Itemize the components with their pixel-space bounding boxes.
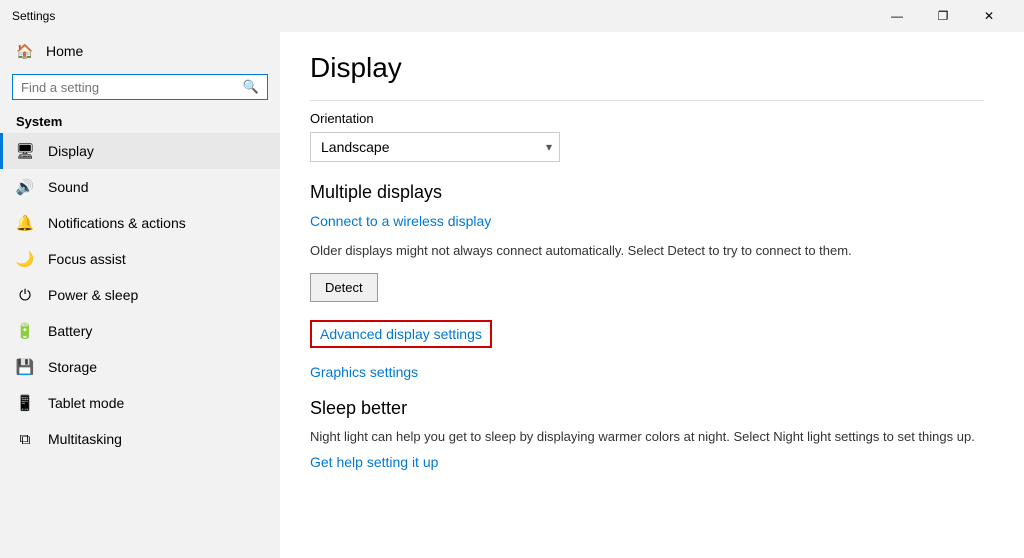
graphics-link-wrapper: Graphics settings (310, 364, 984, 398)
display-icon: 🖥 (16, 142, 34, 160)
night-light-link[interactable]: Get help setting it up (310, 454, 438, 470)
minimize-button[interactable]: — (874, 0, 920, 32)
sidebar-item-battery[interactable]: 🔋 Battery (0, 313, 280, 349)
sleep-heading: Sleep better (310, 398, 984, 419)
home-icon: 🏠 (16, 42, 34, 60)
power-icon: ⏻ (16, 286, 34, 304)
sidebar-item-label-display: Display (48, 143, 94, 159)
advanced-link-highlight-box: Advanced display settings (310, 320, 492, 348)
sidebar-item-multitasking[interactable]: ⧉ Multitasking (0, 421, 280, 457)
sleep-description: Night light can help you get to sleep by… (310, 427, 984, 447)
home-label: Home (46, 43, 83, 59)
sidebar-item-notifications[interactable]: 🔔 Notifications & actions (0, 205, 280, 241)
sidebar-item-label-focus: Focus assist (48, 251, 126, 267)
sidebar-item-label-tablet: Tablet mode (48, 395, 124, 411)
page-title: Display (310, 52, 984, 84)
window-controls: — ❐ ✕ (874, 0, 1012, 32)
orientation-section: Orientation Landscape Portrait Landscape… (310, 100, 984, 162)
search-container: 🔍 (0, 70, 280, 108)
home-nav-item[interactable]: 🏠 Home (0, 32, 280, 70)
tablet-icon: 📱 (16, 394, 34, 412)
sidebar-item-label-storage: Storage (48, 359, 97, 375)
system-section-label: System (0, 108, 280, 133)
connect-wireless-link[interactable]: Connect to a wireless display (310, 213, 491, 229)
maximize-button[interactable]: ❐ (920, 0, 966, 32)
sidebar-item-power[interactable]: ⏻ Power & sleep (0, 277, 280, 313)
sound-icon: 🔊 (16, 178, 34, 196)
focus-icon: 🌙 (16, 250, 34, 268)
sidebar-item-display[interactable]: 🖥 Display (0, 133, 280, 169)
sidebar-item-label-power: Power & sleep (48, 287, 138, 303)
sidebar-item-label-multitasking: Multitasking (48, 431, 122, 447)
sidebar-item-storage[interactable]: 💾 Storage (0, 349, 280, 385)
search-box: 🔍 (12, 74, 268, 100)
graphics-settings-link[interactable]: Graphics settings (310, 364, 418, 380)
content-area: Display Orientation Landscape Portrait L… (280, 32, 1024, 558)
main-container: 🏠 Home 🔍 System 🖥 Display 🔊 Sound 🔔 Noti… (0, 32, 1024, 558)
multiple-displays-heading: Multiple displays (310, 182, 984, 203)
multitasking-icon: ⧉ (16, 430, 34, 448)
sidebar-item-tablet[interactable]: 📱 Tablet mode (0, 385, 280, 421)
displays-description: Older displays might not always connect … (310, 241, 984, 261)
orientation-select-container: Landscape Portrait Landscape (flipped) P… (310, 132, 560, 162)
close-button[interactable]: ✕ (966, 0, 1012, 32)
storage-icon: 💾 (16, 358, 34, 376)
sidebar-item-sound[interactable]: 🔊 Sound (0, 169, 280, 205)
titlebar: Settings — ❐ ✕ (0, 0, 1024, 32)
advanced-link-wrapper: Advanced display settings (310, 320, 984, 356)
sidebar: 🏠 Home 🔍 System 🖥 Display 🔊 Sound 🔔 Noti… (0, 32, 280, 558)
search-input[interactable] (21, 80, 237, 95)
battery-icon: 🔋 (16, 322, 34, 340)
detect-button[interactable]: Detect (310, 273, 378, 302)
app-title: Settings (12, 9, 55, 23)
orientation-select[interactable]: Landscape Portrait Landscape (flipped) P… (310, 132, 560, 162)
sidebar-item-label-battery: Battery (48, 323, 92, 339)
sidebar-item-focus[interactable]: 🌙 Focus assist (0, 241, 280, 277)
sidebar-item-label-sound: Sound (48, 179, 88, 195)
notifications-icon: 🔔 (16, 214, 34, 232)
orientation-label: Orientation (310, 111, 984, 126)
search-icon: 🔍 (243, 79, 259, 95)
sidebar-item-label-notifications: Notifications & actions (48, 215, 186, 231)
advanced-display-settings-link[interactable]: Advanced display settings (320, 326, 482, 342)
